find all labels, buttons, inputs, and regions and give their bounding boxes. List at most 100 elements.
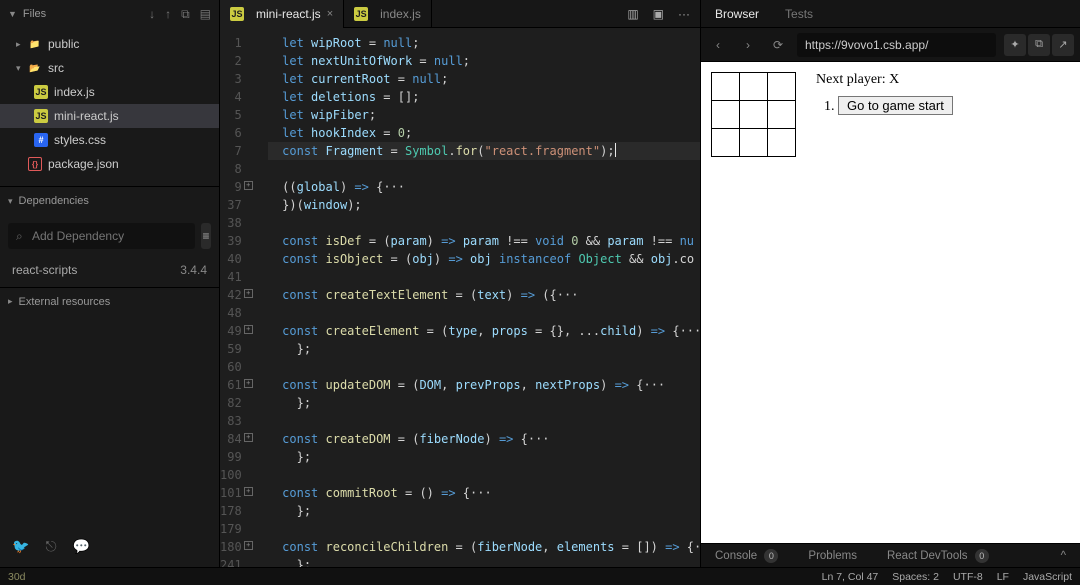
code-line[interactable]: const createTextElement = (text) => ({··…	[268, 286, 700, 304]
line-number: 1	[220, 34, 242, 52]
tree-item-src[interactable]: ▾📂src	[0, 56, 219, 80]
code-line[interactable]: let wipRoot = null;	[268, 34, 700, 52]
add-dependency-input[interactable]	[8, 223, 195, 249]
status-left[interactable]: 30d	[8, 571, 26, 583]
fold-icon[interactable]: +	[244, 487, 253, 496]
status-item-1[interactable]: Spaces: 2	[892, 571, 939, 583]
nav-reload-icon[interactable]: ⟳	[767, 34, 789, 56]
editor-tab-index-js[interactable]: JSindex.js	[344, 0, 432, 28]
code-line[interactable]: const isObject = (obj) => obj instanceof…	[268, 250, 700, 268]
status-item-0[interactable]: Ln 7, Col 47	[822, 571, 879, 583]
code-line[interactable]: const Fragment = Symbol.for("react.fragm…	[268, 142, 700, 160]
code-line[interactable]: };	[268, 340, 700, 358]
nav-forward-icon[interactable]: ›	[737, 34, 759, 56]
status-item-3[interactable]: LF	[997, 571, 1009, 583]
code-line[interactable]: let hookIndex = 0;	[268, 124, 700, 142]
js-file-icon: JS	[34, 109, 48, 123]
pane-toggle-icon[interactable]: ▣	[653, 7, 664, 21]
status-item-2[interactable]: UTF-8	[953, 571, 983, 583]
js-file-icon: JS	[34, 85, 48, 99]
upload-icon[interactable]: ↑	[165, 7, 171, 22]
discord-icon[interactable]: 💬	[73, 538, 90, 555]
code-line[interactable]: };	[268, 502, 700, 520]
tree-item-mini-react-js[interactable]: JSmini-react.js	[0, 104, 219, 128]
goto-start-button[interactable]: Go to game start	[838, 96, 953, 115]
code-line[interactable]: const reconcileChildren = (fiberNode, el…	[268, 538, 700, 556]
fold-icon[interactable]: +	[244, 541, 253, 550]
tree-item-index-js[interactable]: JSindex.js	[0, 80, 219, 104]
fold-icon[interactable]: +	[244, 379, 253, 388]
code-line[interactable]: const createDOM = (fiberNode) => {···	[268, 430, 700, 448]
editor-tab-mini-react-js[interactable]: JSmini-react.js×	[220, 0, 344, 28]
twitter-icon[interactable]: 🐦	[12, 538, 29, 555]
tree-item-public[interactable]: ▸📁public	[0, 32, 219, 56]
download-icon[interactable]: ↓	[149, 7, 155, 22]
code-editor[interactable]: 123456789+373839404142+4849+596061+82838…	[220, 28, 700, 567]
code-line[interactable]	[268, 412, 700, 430]
game-board[interactable]	[711, 72, 796, 157]
fold-icon[interactable]: +	[244, 289, 253, 298]
tab-tests[interactable]: Tests	[785, 7, 813, 21]
dependency-react-scripts[interactable]: react-scripts3.4.4	[0, 257, 219, 283]
split-editor-icon[interactable]: ▥	[627, 7, 638, 21]
line-number: 5	[220, 106, 242, 124]
code-line[interactable]: const commitRoot = () => {···	[268, 484, 700, 502]
code-line[interactable]	[268, 268, 700, 286]
copy-icon[interactable]: ⧉	[1028, 34, 1050, 56]
files-header[interactable]: ▼ Files ↓ ↑ ⧉ ▤	[0, 0, 219, 28]
code-line[interactable]: let deletions = [];	[268, 88, 700, 106]
code-line[interactable]	[268, 160, 700, 178]
line-number: 84+	[220, 430, 242, 448]
new-folder-icon[interactable]: ⧉	[181, 7, 190, 22]
tree-item-styles-css[interactable]: #styles.css	[0, 128, 219, 152]
code-line[interactable]	[268, 466, 700, 484]
dependencies-header[interactable]: ▾ Dependencies	[0, 187, 219, 215]
fold-icon[interactable]: +	[244, 433, 253, 442]
browser-preview[interactable]: Next player: X Go to game start	[701, 62, 1080, 543]
preview-tabs: Browser Tests	[701, 0, 1080, 28]
more-icon[interactable]: ···	[678, 7, 690, 21]
code-line[interactable]	[268, 304, 700, 322]
dep-menu-button[interactable]: ≡	[201, 223, 211, 249]
code-line[interactable]: let nextUnitOfWork = null;	[268, 52, 700, 70]
code-line[interactable]: };	[268, 556, 700, 567]
line-number: 42+	[220, 286, 242, 304]
code-line[interactable]: })(window);	[268, 196, 700, 214]
status-item-4[interactable]: JavaScript	[1023, 571, 1072, 583]
open-external-icon[interactable]: ↗	[1052, 34, 1074, 56]
code-line[interactable]: ((global) => {···	[268, 178, 700, 196]
line-number: 9+	[220, 178, 242, 196]
code-line[interactable]: const isDef = (param) => param !== void …	[268, 232, 700, 250]
fold-icon[interactable]: +	[244, 181, 253, 190]
code-line[interactable]	[268, 358, 700, 376]
line-number: 8	[220, 160, 242, 178]
code-line[interactable]: };	[268, 394, 700, 412]
react-devtools-count: 0	[975, 549, 989, 563]
code-line[interactable]	[268, 520, 700, 538]
code-line[interactable]	[268, 214, 700, 232]
code-line[interactable]: const createElement = (type, props = {},…	[268, 322, 700, 340]
tab-browser[interactable]: Browser	[715, 7, 759, 21]
devtools-icon[interactable]: ✦	[1004, 34, 1026, 56]
external-resources-header[interactable]: ▸ External resources	[0, 287, 219, 315]
address-bar[interactable]	[797, 33, 996, 57]
line-number: 41	[220, 268, 242, 286]
panel-console[interactable]: Console 0	[715, 549, 778, 563]
files-label: Files	[23, 8, 46, 20]
panel-expand-icon[interactable]: ^	[1061, 550, 1066, 562]
code-line[interactable]: let wipFiber;	[268, 106, 700, 124]
fold-icon[interactable]: +	[244, 325, 253, 334]
json-file-icon: {}	[28, 157, 42, 171]
close-icon[interactable]: ×	[327, 8, 333, 20]
nav-back-icon[interactable]: ‹	[707, 34, 729, 56]
github-icon[interactable]: ⎋	[45, 538, 56, 555]
code-line[interactable]: let currentRoot = null;	[268, 70, 700, 88]
tree-item-package-json[interactable]: {}package.json	[0, 152, 219, 176]
game-status: Next player: X	[816, 72, 953, 88]
code-line[interactable]: };	[268, 448, 700, 466]
code-line[interactable]: const updateDOM = (DOM, prevProps, nextP…	[268, 376, 700, 394]
new-file-icon[interactable]: ▤	[200, 7, 211, 22]
external-resources-label: External resources	[19, 296, 111, 308]
panel-problems[interactable]: Problems	[808, 550, 857, 562]
panel-react-devtools[interactable]: React DevTools 0	[887, 549, 989, 563]
